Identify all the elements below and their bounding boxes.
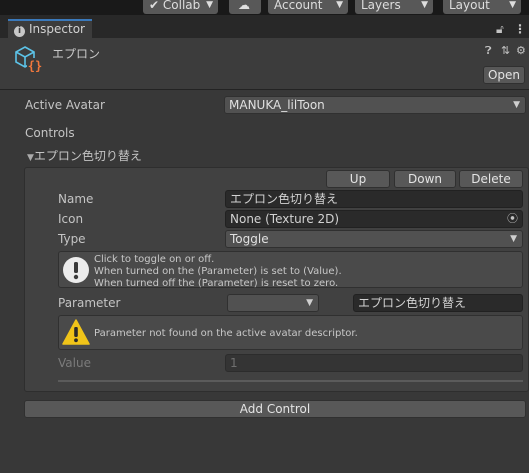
chevron-down-icon: ▼ [306,298,313,308]
active-avatar-value: MANUKA_lilToon [229,98,325,112]
name-label: Name [58,192,94,206]
warning-text: Parameter not found on the active avatar… [94,328,358,339]
control-title: エプロン色切り替え [33,149,142,163]
info-exclamation-icon [63,257,89,283]
layout-dropdown[interactable]: Layout ▼ [443,0,521,14]
chevron-down-icon: ▼ [421,0,428,10]
control-separator [58,380,523,382]
type-value: Toggle [230,232,269,246]
delete-button[interactable]: Delete [459,170,523,188]
tab-inspector-label: Inspector [29,22,85,36]
active-avatar-label: Active Avatar [25,98,105,112]
layers-label: Layers [361,0,401,12]
icon-label: Icon [58,212,84,226]
warning-icon [62,319,90,345]
gear-icon[interactable]: ⚙ [516,44,526,57]
cloud-button[interactable]: ☁ [229,0,261,14]
chevron-down-icon: ▼ [509,0,516,10]
control-foldout[interactable]: ▼エプロン色切り替え [27,147,142,164]
controls-section-label: Controls [25,126,75,140]
script-component-icon: {} [15,46,43,73]
tab-inspector[interactable]: i Inspector [8,19,92,38]
more-options-icon[interactable]: ⋮ [514,22,526,36]
help-icon[interactable]: ❓︎ [485,44,492,58]
object-picker-icon[interactable]: ⦿ [507,211,518,227]
collab-label: Collab [162,0,201,12]
parameter-name-field[interactable]: エプロン色切り替え [353,294,523,312]
info-icon: i [14,26,25,37]
name-field[interactable]: エプロン色切り替え [225,190,523,208]
cloud-icon: ☁ [238,0,250,12]
chevron-down-icon: ▼ [510,234,517,244]
chevron-down-icon: ▼ [513,100,520,110]
active-avatar-dropdown[interactable]: MANUKA_lilToon ▼ [224,96,526,114]
down-button[interactable]: Down [394,170,456,188]
account-label: Account [274,0,323,12]
parameter-dropdown[interactable]: ▼ [227,294,319,312]
icon-field-value: None (Texture 2D) [230,212,340,226]
type-dropdown[interactable]: Toggle ▼ [225,230,523,248]
checkmark-icon: ✔ [149,0,160,12]
foldout-arrow-icon: ▼ [27,153,34,163]
open-button[interactable]: Open [483,66,525,84]
parameter-label: Parameter [58,296,121,310]
layout-label: Layout [449,0,490,12]
info-line-2: When turned on the (Parameter) is set to… [94,266,342,277]
chevron-down-icon: ▼ [206,0,213,10]
svg-text:{}: {} [28,59,42,73]
up-button[interactable]: Up [326,170,390,188]
info-line-3: When turned off the (Parameter) is reset… [94,278,339,289]
chevron-down-icon: ▼ [336,0,343,10]
lock-icon[interactable]: 🔓︎ [496,22,504,37]
value-field: 1 [225,354,523,372]
icon-object-field[interactable]: None (Texture 2D) ⦿ [225,210,523,228]
preset-sliders-icon[interactable]: ⇅ [501,44,510,57]
value-label: Value [58,356,91,370]
info-line-1: Click to toggle on or off. [94,254,215,265]
add-control-button[interactable]: Add Control [24,400,526,418]
type-label: Type [58,232,86,246]
account-dropdown[interactable]: Account ▼ [268,0,348,14]
component-name: エプロン [52,47,101,61]
collab-button[interactable]: ✔ Collab ▼ [143,0,218,14]
layers-dropdown[interactable]: Layers ▼ [355,0,433,14]
